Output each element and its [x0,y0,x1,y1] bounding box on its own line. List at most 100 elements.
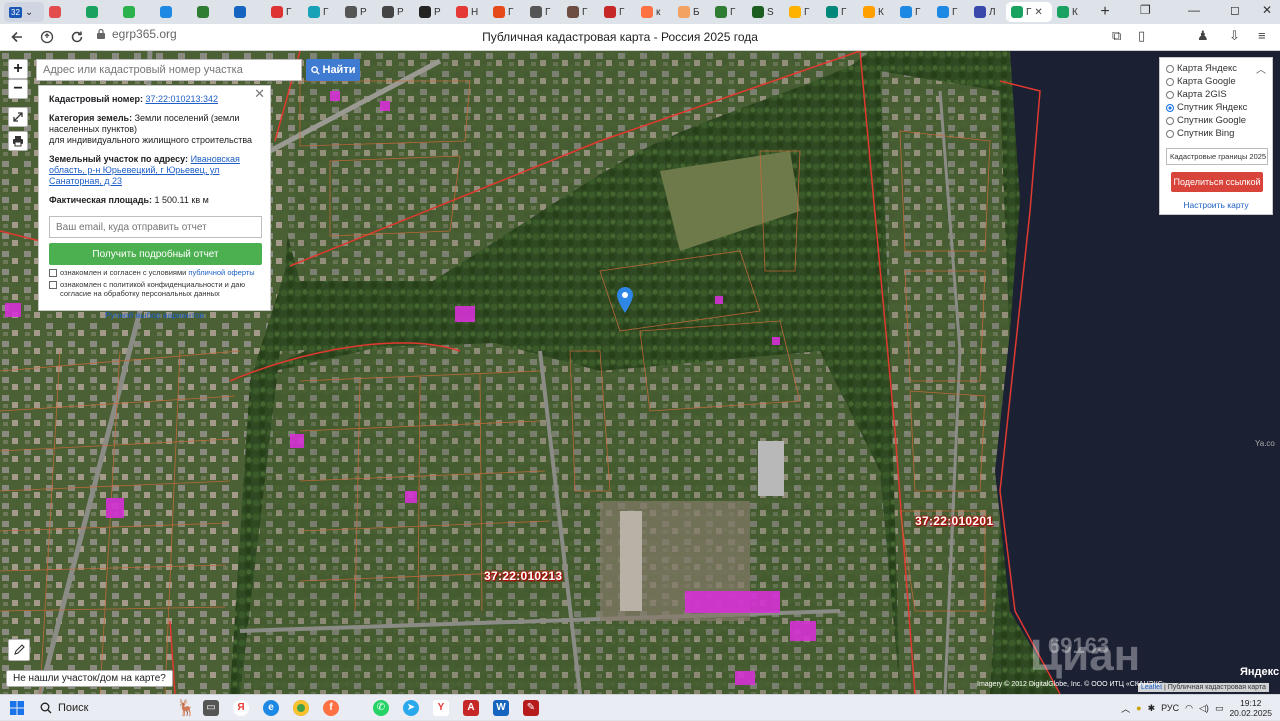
search-button[interactable]: Найти [306,59,360,81]
chrome-button[interactable] [286,695,316,721]
offer-agreement-checkbox[interactable]: ознакомлен и согласен с условиями публич… [49,268,260,277]
browser-tab[interactable]: S [747,2,784,22]
radio-button[interactable] [1166,116,1174,125]
browser-tab[interactable]: к [636,2,673,22]
zoom-out-button[interactable]: − [8,79,28,99]
close-tab-icon[interactable]: ✕ [1034,7,1042,18]
browser-tab[interactable]: 32 ⌄ [4,2,44,22]
back-button[interactable] [4,26,30,48]
browser-tab[interactable] [118,2,155,22]
browser-tab[interactable]: К [858,2,895,22]
radio-button[interactable] [1166,64,1174,73]
checkbox-box[interactable] [49,269,57,277]
home-button[interactable] [34,26,60,48]
checkbox-box[interactable] [49,281,57,289]
url-field[interactable]: egrp365.org [96,27,177,41]
radio-button[interactable] [1166,129,1174,138]
layer-option[interactable]: Карта Google [1166,75,1266,88]
browser-tab[interactable]: К [1052,2,1089,22]
borders-select[interactable]: Кадастровые границы 2025 ⌄ [1166,148,1268,165]
yandex-browser-button[interactable]: Я [226,695,256,721]
clock[interactable]: 19:12 20.02.2025 [1229,698,1272,718]
taskbar-search[interactable]: Поиск 🦌 [36,697,196,719]
privacy-agreement-checkbox[interactable]: ознакомлен с политикой конфиденциальност… [49,280,260,298]
tray-app-icon[interactable]: ● [1136,703,1141,713]
menu-icon[interactable]: ≡ [1258,28,1266,43]
browser-tab[interactable]: Г [599,2,636,22]
layer-option[interactable]: Спутник Яндекс [1166,101,1266,114]
browser-tab[interactable]: Г [895,2,932,22]
map-viewport[interactable]: 37:22:010201 37:22:010213 Ya.co Циан 691… [0,51,1280,694]
map-marker-icon[interactable] [617,287,633,313]
zoom-in-button[interactable]: + [8,59,28,79]
browser-tab[interactable]: Б [673,2,710,22]
wifi-icon[interactable]: ◠ [1185,703,1193,714]
fullscreen-button[interactable] [8,107,28,127]
chevron-down-icon[interactable]: ⌄ [25,7,33,18]
language-indicator[interactable]: РУС [1161,703,1179,713]
telegram-button[interactable]: ➤ [396,695,426,721]
not-found-link[interactable]: Не нашли участок/дом на карте? [6,670,173,687]
browser-tab[interactable]: Л [969,2,1006,22]
browser-tab[interactable]: Г [303,2,340,22]
layer-option[interactable]: Карта Яндекс [1166,62,1266,75]
browser-tab[interactable]: Г [784,2,821,22]
layer-option[interactable]: Спутник Google [1166,114,1266,127]
public-offer-link[interactable]: публичной оферты [188,268,254,277]
minimize-icon[interactable]: — [1188,3,1200,17]
print-button[interactable] [8,131,28,151]
share-link-button[interactable]: Поделиться ссылкой [1171,172,1263,192]
word-button[interactable]: W [486,695,516,721]
edge-button[interactable]: e [256,695,286,721]
browser-tab[interactable]: Г [821,2,858,22]
new-tab-button[interactable]: + [1095,2,1115,22]
browser-tab[interactable]: Н [451,2,488,22]
browser-tab[interactable]: Г [710,2,747,22]
layer-option[interactable]: Спутник Bing [1166,127,1266,140]
close-window-icon[interactable]: ✕ [1262,3,1272,17]
yandex-button[interactable]: Y [426,695,456,721]
browser-tab[interactable]: Р [414,2,451,22]
downloads-icon[interactable]: ⇩ [1229,28,1240,44]
tray-chevron-icon[interactable]: ︿ [1121,702,1130,715]
browser-tab[interactable] [229,2,266,22]
start-button[interactable] [4,695,30,721]
browser-tab[interactable]: Г [266,2,303,22]
manual-select-link[interactable]: Ручной выбор вариантов [49,310,260,321]
maximize-icon[interactable]: ◻ [1230,3,1240,17]
browser-tab[interactable] [81,2,118,22]
chevron-up-icon[interactable]: ︿ [1256,61,1266,76]
bookmark-icon[interactable]: ▯ [1138,28,1145,44]
radio-button[interactable] [1166,90,1174,99]
browser-tab[interactable] [44,2,81,22]
draw-button[interactable] [8,639,30,661]
cadastral-number-link[interactable]: 37:22:010213:342 [145,94,218,104]
browser-tab[interactable]: Р [340,2,377,22]
whatsapp-button[interactable]: ✆ [366,695,396,721]
screenshot-icon[interactable]: ⧉ [1112,28,1121,44]
volume-icon[interactable]: ◁) [1199,703,1209,714]
collections-icon[interactable]: ❐ [1140,3,1151,17]
browser-tab[interactable]: Г [488,2,525,22]
acrobat-button[interactable]: A [456,695,486,721]
radio-button[interactable] [1166,103,1174,112]
extension-icon[interactable]: ♟ [1197,28,1209,44]
firefox-button[interactable]: f [316,695,346,721]
browser-tab[interactable]: Г [525,2,562,22]
battery-icon[interactable]: ▭ [1215,703,1224,714]
browser-tab[interactable]: Г [562,2,599,22]
layer-option[interactable]: Карта 2GIS [1166,88,1266,101]
reload-button[interactable] [64,26,90,48]
close-icon[interactable]: ✕ [254,87,265,100]
browser-tab[interactable] [155,2,192,22]
radio-button[interactable] [1166,77,1174,86]
app-button[interactable]: ✎ [516,695,546,721]
browser-tab[interactable] [192,2,229,22]
email-field[interactable] [49,216,262,238]
site-info-icon[interactable] [96,28,106,40]
task-view-button[interactable]: ▭ [196,695,226,721]
leaflet-link[interactable]: Leaflet [1141,684,1162,691]
browser-tab[interactable]: Р [377,2,414,22]
bluetooth-icon[interactable]: ✱ [1148,703,1156,714]
browser-tab[interactable]: Г ✕ [1006,2,1052,22]
